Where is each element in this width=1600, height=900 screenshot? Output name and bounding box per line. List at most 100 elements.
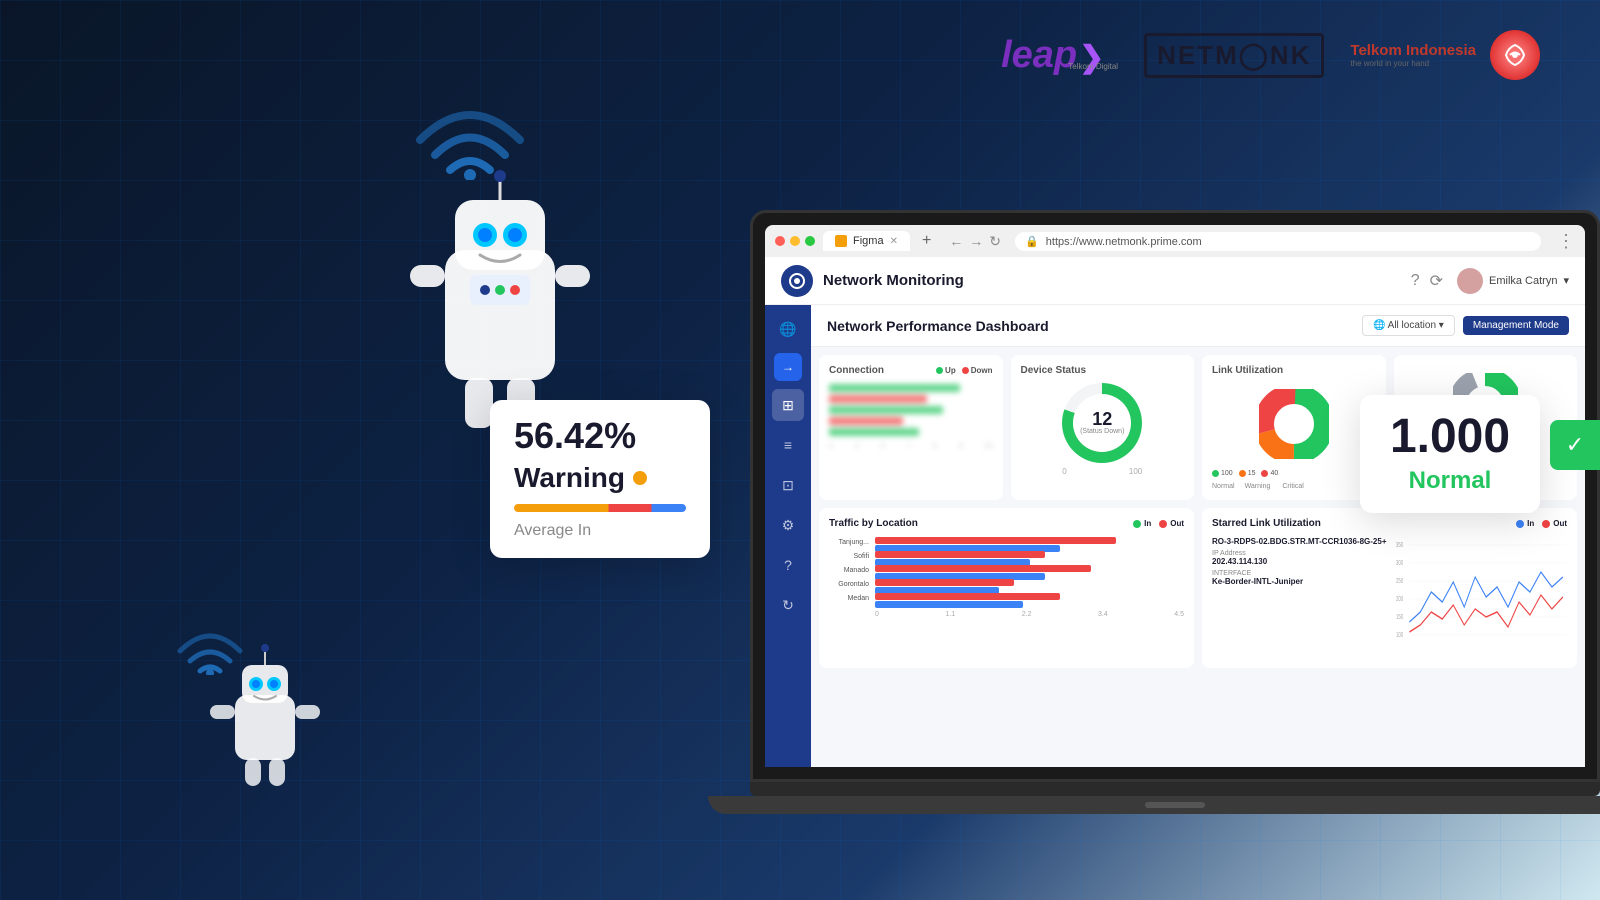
mgmt-mode-button[interactable]: Management Mode xyxy=(1463,316,1569,335)
dot-red[interactable] xyxy=(775,236,785,246)
browser-dots xyxy=(775,236,815,246)
sidebar-item-layers2[interactable]: ⊡ xyxy=(772,469,804,501)
link-util-title: Link Utilization xyxy=(1212,365,1376,376)
normal-label: Normal xyxy=(1388,467,1512,495)
dash-body: 🌐 → ⊞ ≡ ⊡ ⚙ ? ↻ Network Performance Dash… xyxy=(765,305,1585,767)
sidebar-item-grid[interactable]: ⊞ xyxy=(772,389,804,421)
device-card-title: Device Status xyxy=(1021,365,1185,376)
telkom-icon xyxy=(1490,30,1540,80)
dashboard-title: Network Monitoring xyxy=(823,272,1411,289)
laptop-base-top xyxy=(750,782,1600,796)
wifi-small xyxy=(175,615,245,680)
connection-card-title: Connection Up Down xyxy=(829,365,993,376)
user-area[interactable]: Emilka Catryn ▾ xyxy=(1457,268,1569,294)
svg-text:150: 150 xyxy=(1396,614,1403,621)
warning-overlay-card: 56.42% Warning Average In xyxy=(490,400,710,558)
traffic-card: Traffic by Location In Out xyxy=(819,508,1194,668)
gauge-value: 12 xyxy=(1092,410,1112,428)
dot-green[interactable] xyxy=(805,236,815,246)
svg-text:250: 250 xyxy=(1396,578,1403,585)
x-axis-labels: 0 1.1 2.2 3.4 4.5 xyxy=(829,611,1184,618)
browser-bar: Figma ✕ + ← → ↻ 🔒 https://www.netmonk.pr… xyxy=(765,225,1585,257)
traffic-legend: In Out xyxy=(1133,519,1184,528)
legend-warning: 15 xyxy=(1239,470,1256,477)
wifi-small-svg xyxy=(175,615,245,675)
dash-main: Network Performance Dashboard 🌐 All loca… xyxy=(811,305,1585,767)
help-icon[interactable]: ? xyxy=(1411,272,1420,290)
laptop-base-bottom xyxy=(708,796,1600,814)
leap-subtitle: Telkom Digital xyxy=(1068,62,1118,71)
avg-in-label: Average In xyxy=(514,522,686,540)
telkom-text: Telkom Indonesia xyxy=(1350,42,1476,59)
wifi-large-svg xyxy=(410,80,530,180)
forward-icon[interactable]: → xyxy=(969,233,983,249)
svg-text:100: 100 xyxy=(1396,632,1403,639)
settings-icon[interactable]: ⟳ xyxy=(1430,271,1443,291)
chevron-down-icon: ▾ xyxy=(1563,274,1569,287)
starred-card: Starred Link Utilization In Out xyxy=(1202,508,1577,668)
browser-tab[interactable]: Figma ✕ xyxy=(823,231,910,251)
traffic-bar-chart: Tanjung... Sofifi xyxy=(829,537,1184,603)
starred-legend: In Out xyxy=(1516,519,1567,528)
dot-yellow[interactable] xyxy=(790,236,800,246)
link-util-legend-labels: Normal Warning Critical xyxy=(1212,483,1376,490)
url-bar[interactable]: 🔒 https://www.netmonk.prime.com xyxy=(1015,232,1541,251)
dashboard-logo-icon xyxy=(788,272,806,290)
bar-row-tanjung: Tanjung... xyxy=(829,537,1184,547)
stat-card-link-util: Link Utilization xyxy=(1202,355,1386,500)
gauge-sublabel: (Status Down) xyxy=(1080,428,1124,435)
link-util-pie xyxy=(1212,384,1376,464)
sidebar-item-arrow[interactable]: → xyxy=(774,353,802,381)
bar-row-manado: Manado xyxy=(829,565,1184,575)
starred-card-title: Starred Link Utilization In Out xyxy=(1212,518,1567,529)
tab-close-icon[interactable]: ✕ xyxy=(890,236,898,247)
wifi-large xyxy=(410,80,530,185)
user-avatar xyxy=(1457,268,1483,294)
green-arrow-button[interactable]: ✓ xyxy=(1550,420,1600,470)
normal-overlay-card: 1.000 Normal xyxy=(1360,395,1540,513)
gauge-inner: 12 (Status Down) xyxy=(1073,394,1131,452)
sidebar-item-help[interactable]: ? xyxy=(772,549,804,581)
refresh-browser-icon[interactable]: ↻ xyxy=(989,233,1001,250)
warning-percent: 56.42% xyxy=(514,418,686,454)
progress-bar xyxy=(514,504,686,512)
gauge-range: 0 100 xyxy=(1062,467,1142,476)
sidebar-item-layers[interactable]: ≡ xyxy=(772,429,804,461)
sidebar-item-gear[interactable]: ⚙ xyxy=(772,509,804,541)
dash-main-header: Network Performance Dashboard 🌐 All loca… xyxy=(811,305,1585,347)
gauge-circle: 12 (Status Down) xyxy=(1062,383,1142,463)
stat-card-connection: Connection Up Down xyxy=(819,355,1003,500)
starred-content: RO-3-RDPS-02.BDG.STR.MT-CCR1036-8G-25+ I… xyxy=(1212,537,1567,647)
leap-logo: leap ❯ Telkom Digital xyxy=(1001,34,1118,77)
legend-critical: 40 xyxy=(1261,470,1278,477)
stat-card-device: Device Status 12 (Status Down) xyxy=(1011,355,1195,500)
new-tab-icon[interactable]: + xyxy=(918,232,935,250)
bottom-row: Traffic by Location In Out xyxy=(811,508,1585,676)
normal-value: 1.000 xyxy=(1388,413,1512,461)
starred-line-chart: 350 300 250 200 150 100 xyxy=(1396,537,1567,647)
dash-sidebar: 🌐 → ⊞ ≡ ⊡ ⚙ ? ↻ xyxy=(765,305,811,767)
netmonk-text: NETM◯NK xyxy=(1144,33,1324,78)
sidebar-item-refresh[interactable]: ↻ xyxy=(772,589,804,621)
sidebar-item-globe[interactable]: 🌐 xyxy=(772,313,804,345)
logos-area: leap ❯ Telkom Digital NETM◯NK Telkom Ind… xyxy=(1001,30,1540,80)
leap-text: leap xyxy=(1001,34,1077,77)
location-button[interactable]: 🌐 All location ▾ xyxy=(1362,315,1455,336)
link-util-legend: 100 15 40 xyxy=(1212,470,1376,477)
dash-topbar: Network Monitoring ? ⟳ Emilka Catryn ▾ xyxy=(765,257,1585,305)
browser-menu-icon[interactable]: ⋮ xyxy=(1557,231,1575,252)
svg-text:350: 350 xyxy=(1396,542,1403,549)
legend-normal: 100 xyxy=(1212,470,1233,477)
connection-chart: 4 5 6 7 8 9 10 xyxy=(829,384,993,450)
warning-text: Warning xyxy=(514,462,625,494)
warning-dot-icon xyxy=(633,471,647,485)
svg-text:300: 300 xyxy=(1396,560,1403,567)
telkom-logo: Telkom Indonesia the world in your hand xyxy=(1350,30,1540,80)
back-icon[interactable]: ← xyxy=(949,233,963,249)
telkom-subtitle: the world in your hand xyxy=(1350,59,1476,68)
netmonk-logo: NETM◯NK xyxy=(1144,33,1324,78)
device-gauge: 12 (Status Down) 0 100 xyxy=(1021,384,1185,474)
bar-row-medan: Medan xyxy=(829,593,1184,603)
starred-device-info: RO-3-RDPS-02.BDG.STR.MT-CCR1036-8G-25+ I… xyxy=(1212,537,1386,647)
bar-row-gorontalo: Gorontalo xyxy=(829,579,1184,589)
